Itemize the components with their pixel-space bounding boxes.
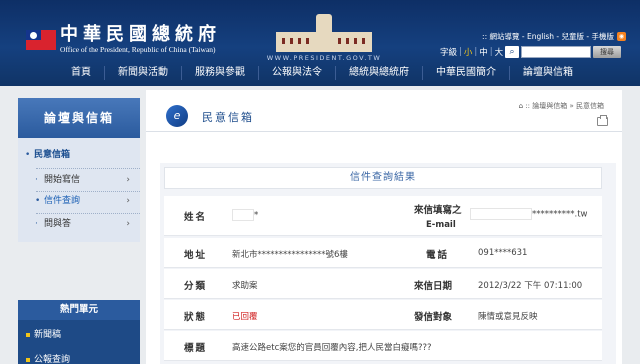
presidential-office-building-icon (272, 14, 376, 52)
bullet-icon: · (35, 219, 38, 229)
table-row: 標題 高速公路etc案您的官員回覆內容,把人民當白癡嗎??? (164, 331, 602, 361)
email-label-2: E-mail (426, 220, 456, 230)
site-title[interactable]: 中華民國總統府 (60, 20, 221, 46)
address-value: 新北市****************號6樓 (232, 250, 348, 260)
search-input[interactable] (521, 46, 591, 58)
nav-gazette[interactable]: 公報與法令 (259, 66, 336, 80)
square-bullet-icon (26, 332, 30, 337)
rss-icon[interactable]: ◉ (617, 32, 626, 41)
redacted-block (470, 208, 532, 220)
sidebar-item-faq[interactable]: · 問與答 › (18, 213, 140, 235)
sidebar-item-label: 開始寫信 (44, 175, 81, 185)
hot-item-gazette[interactable]: 公報查詢 (26, 352, 70, 364)
chevron-icon: › (126, 175, 130, 185)
sidebar-item-write-letter[interactable]: · 開始寫信 › (18, 169, 140, 191)
mail-icon: e (166, 105, 188, 127)
nav-news[interactable]: 新聞與活動 (105, 66, 182, 80)
site-title-en: Office of the President, Republic of Chi… (60, 45, 216, 54)
font-size-label: 字級 (440, 48, 458, 58)
name-value: * (232, 209, 258, 221)
main-content: e 民意信箱 ⌂ :: 論壇與信箱 » 民意信箱 信件查詢結果 姓名 * 來信填… (146, 90, 622, 364)
target-value: 陳情或意見反映 (478, 312, 538, 322)
date-label: 來信日期 (414, 281, 453, 292)
sidebar-title: 論壇與信箱 (18, 98, 140, 138)
status-value: 已回覆 (232, 312, 258, 322)
subject-label: 標題 (184, 343, 208, 354)
target-label: 發信對象 (414, 312, 453, 323)
status-label: 狀態 (184, 312, 208, 323)
print-icon[interactable] (597, 115, 608, 126)
category-label: 分類 (184, 281, 208, 292)
chevron-icon: › (126, 219, 130, 229)
font-size-medium[interactable]: 中 (479, 46, 488, 58)
nav-home[interactable]: 首頁 (58, 66, 105, 80)
nav-services[interactable]: 服務與參觀 (182, 66, 259, 80)
result-title: 信件查詢結果 (164, 167, 602, 189)
hot-units-list: 新聞稿 公報查詢 (18, 320, 140, 364)
table-row: 狀態 已回覆 發信對象 陳情或意見反映 (164, 300, 602, 330)
phone-value: 091****631 (478, 248, 528, 258)
content-header: e 民意信箱 ⌂ :: 論壇與信箱 » 民意信箱 (146, 90, 622, 132)
hot-item-label: 新聞稿 (34, 330, 62, 340)
name-label: 姓名 (184, 212, 208, 223)
breadcrumb-text[interactable]: :: 論壇與信箱 » 民意信箱 (525, 102, 604, 110)
hot-item-label: 公報查詢 (34, 355, 71, 364)
bullet-icon: • (35, 196, 41, 206)
site-header: 中華民國總統府 Office of the President, Republi… (0, 0, 640, 86)
hot-item-press[interactable]: 新聞稿 (26, 327, 61, 340)
table-row: 地址 新北市****************號6樓 電話 091****631 (164, 238, 602, 268)
search-icon[interactable]: ⌕ (505, 46, 519, 58)
chevron-icon: › (126, 196, 130, 206)
nav-president[interactable]: 總統與總統府 (336, 66, 423, 80)
email-value: **********.tw (470, 208, 588, 220)
search-button[interactable]: 搜尋 (593, 46, 621, 58)
sidebar-item-label: 信件查詢 (44, 196, 81, 206)
date-value: 2012/3/22 下午 07:11:00 (478, 281, 583, 291)
roc-flag-icon (26, 30, 56, 50)
sidebar-item-letter-query[interactable]: • 信件查詢 › (18, 190, 140, 212)
result-panel: 信件查詢結果 姓名 * 來信填寫之 E-mail **********.tw 地… (160, 163, 616, 364)
sidebar-menu: • 民意信箱 · 開始寫信 › • 信件查詢 › · 問與答 › (18, 138, 140, 242)
site-url: WWW.PRESIDENT.GOV.TW (266, 54, 382, 62)
email-label: 來信填寫之 (414, 205, 462, 216)
home-icon[interactable]: ⌂ (519, 102, 523, 110)
nav-roc-intro[interactable]: 中華民國簡介 (423, 66, 510, 80)
phone-label: 電話 (426, 250, 450, 261)
top-links[interactable]: :: 網站導覽 - English - 兒童版 - 手機版 ◉ (482, 31, 626, 42)
font-size-small[interactable]: 小 (464, 46, 473, 58)
subject-value: 高速公路etc案您的官員回覆內容,把人民當白癡嗎??? (232, 343, 432, 353)
table-row: 分類 求助案 來信日期 2012/3/22 下午 07:11:00 (164, 269, 602, 299)
sidebar-item-label: 民意信箱 (34, 150, 71, 160)
square-bullet-icon (26, 357, 30, 362)
page-title: 民意信箱 (202, 111, 254, 124)
hot-units-title: 熱門單元 (18, 300, 140, 320)
redacted-block (232, 209, 254, 221)
top-links-text[interactable]: :: 網站導覽 - English - 兒童版 - 手機版 (482, 31, 614, 42)
category-value: 求助案 (232, 281, 258, 291)
address-label: 地址 (184, 250, 208, 261)
font-size-large[interactable]: 大 (495, 46, 504, 58)
table-row: 姓名 * 來信填寫之 E-mail **********.tw (164, 196, 602, 236)
bullet-icon: · (35, 175, 38, 185)
sidebar-item-label: 問與答 (44, 219, 72, 229)
sidebar-item-mailbox[interactable]: • 民意信箱 (18, 144, 140, 166)
font-size-switcher: 字級 | 小 | 中 | 大 (440, 46, 504, 58)
breadcrumb: ⌂ :: 論壇與信箱 » 民意信箱 (519, 101, 604, 111)
main-nav: 首頁 新聞與活動 服務與參觀 公報與法令 總統與總統府 中華民國簡介 論壇與信箱 (58, 63, 586, 83)
nav-forum-mailbox[interactable]: 論壇與信箱 (510, 66, 586, 80)
bullet-icon: • (25, 150, 31, 160)
